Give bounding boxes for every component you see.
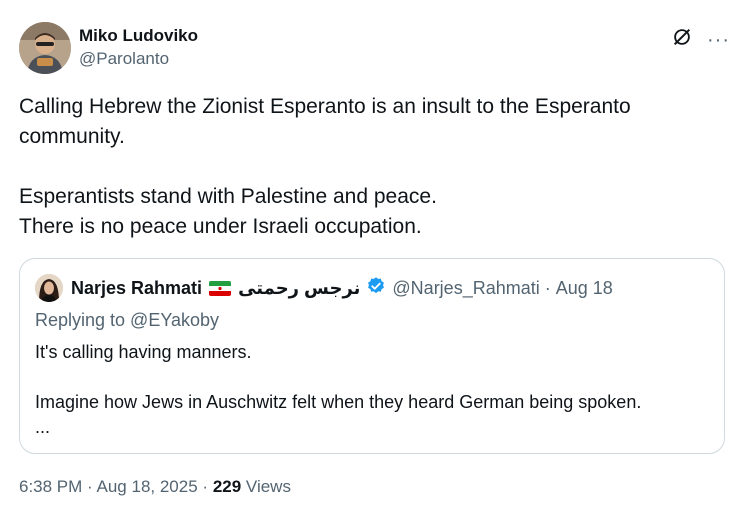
verified-badge-icon <box>360 276 386 301</box>
tweet-text: Calling Hebrew the Zionist Esperanto is … <box>19 95 631 238</box>
author-avatar[interactable] <box>19 22 71 74</box>
views-count: 229 <box>212 477 242 496</box>
tweet-header: Miko Ludoviko @Parolanto ··· <box>19 22 730 76</box>
quoted-display-name[interactable]: Narjes Rahmati <box>71 278 202 299</box>
quoted-arabic-name: نرجس رحمتی <box>238 277 361 298</box>
iran-flag-icon <box>209 280 232 296</box>
tweet-meta: 6:38 PM · Aug 18, 2025 · 229 Views <box>19 477 291 497</box>
quoted-text: It's calling having manners. Imagine how… <box>35 342 642 437</box>
tweet-date[interactable]: Aug 18, 2025 <box>97 477 198 496</box>
separator-dot: · <box>87 477 93 496</box>
grok-icon[interactable] <box>671 26 693 53</box>
separator-dot: · <box>202 477 209 496</box>
quoted-handle[interactable]: @Narjes_Rahmati <box>392 278 539 299</box>
quoted-date[interactable]: Aug 18 <box>556 278 613 299</box>
separator-dot: · <box>544 277 551 298</box>
more-options-icon[interactable]: ··· <box>707 30 730 50</box>
quoted-tweet[interactable]: Narjes Rahmati نرجس رحمتی @Narjes_Rahmat… <box>19 258 725 454</box>
views-label: Views <box>245 477 291 496</box>
tweet-time[interactable]: 6:38 PM <box>19 477 82 496</box>
author-display-name[interactable]: Miko Ludoviko <box>79 25 198 47</box>
quoted-author-avatar[interactable] <box>35 274 63 302</box>
replying-to[interactable]: Replying to @EYakoby <box>35 310 219 331</box>
author-handle[interactable]: @Parolanto <box>79 47 198 71</box>
